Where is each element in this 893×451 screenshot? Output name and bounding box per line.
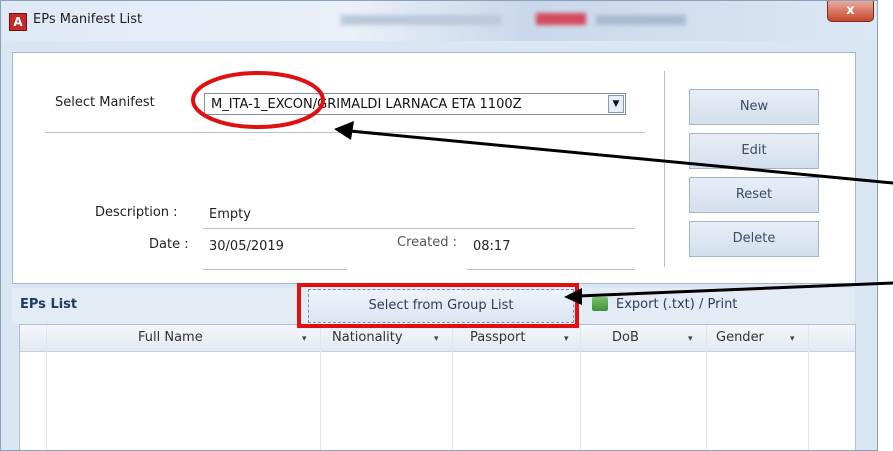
description-value: Empty <box>209 207 251 222</box>
vertical-divider <box>664 71 665 267</box>
blurred-region <box>596 15 686 25</box>
chevron-down-icon[interactable]: ▾ <box>688 334 693 344</box>
column-nationality[interactable]: Nationality <box>332 330 403 345</box>
date-underline <box>203 269 347 270</box>
date-label: Date : <box>149 237 189 252</box>
reset-button[interactable]: Reset <box>689 177 819 213</box>
grid-column-line <box>706 325 707 450</box>
created-label: Created : <box>397 235 457 250</box>
chevron-down-icon[interactable]: ▾ <box>790 334 795 344</box>
grid-column-line <box>808 325 809 450</box>
date-value: 30/05/2019 <box>209 239 284 254</box>
window-title: EPs Manifest List <box>33 12 143 27</box>
column-passport[interactable]: Passport <box>470 330 525 345</box>
export-icon <box>592 297 608 311</box>
description-underline <box>203 228 635 229</box>
eps-list-header: EPs List Select from Group List Export (… <box>12 288 854 324</box>
grid-header: Full Name ▾ Nationality ▾ Passport ▾ DoB… <box>20 325 855 352</box>
chevron-down-icon[interactable]: ▾ <box>434 334 439 344</box>
chevron-down-icon[interactable]: ▾ <box>564 334 569 344</box>
chevron-down-icon[interactable]: ▾ <box>302 334 307 344</box>
select-from-group-list-button[interactable]: Select from Group List <box>308 289 574 323</box>
export-print-button[interactable]: Export (.txt) / Print <box>592 297 738 312</box>
title-bar: A EPs Manifest List <box>1 1 877 41</box>
grid-column-line <box>580 325 581 450</box>
column-gender[interactable]: Gender <box>716 330 764 345</box>
blurred-region <box>536 13 586 25</box>
export-label: Export (.txt) / Print <box>616 297 738 312</box>
eps-manifest-window: A EPs Manifest List x Select Manifest M_… <box>0 0 878 451</box>
created-value: 08:17 <box>473 239 511 254</box>
column-dob[interactable]: DoB <box>612 330 639 345</box>
blurred-region <box>341 15 501 25</box>
grid-column-line <box>320 325 321 450</box>
description-label: Description : <box>95 205 178 220</box>
select-manifest-label: Select Manifest <box>55 95 155 110</box>
close-button[interactable]: x <box>827 1 874 22</box>
grid-column-line <box>46 325 47 450</box>
edit-button[interactable]: Edit <box>689 133 819 169</box>
manifest-panel: Select Manifest M_ITA-1_EXCON/GRIMALDI L… <box>12 52 856 284</box>
app-icon: A <box>9 13 27 31</box>
grid-column-line <box>452 325 453 450</box>
column-full-name[interactable]: Full Name <box>138 330 203 345</box>
created-underline <box>467 269 635 270</box>
new-button[interactable]: New <box>689 89 819 125</box>
divider <box>45 132 645 133</box>
eps-grid[interactable]: Full Name ▾ Nationality ▾ Passport ▾ DoB… <box>19 324 856 450</box>
manifest-select[interactable]: M_ITA-1_EXCON/GRIMALDI LARNACA ETA 1100Z… <box>204 93 626 115</box>
delete-button[interactable]: Delete <box>689 221 819 257</box>
chevron-down-icon[interactable]: ▼ <box>608 95 624 113</box>
eps-list-title: EPs List <box>20 297 78 312</box>
manifest-select-value: M_ITA-1_EXCON/GRIMALDI LARNACA ETA 1100Z <box>211 97 522 112</box>
